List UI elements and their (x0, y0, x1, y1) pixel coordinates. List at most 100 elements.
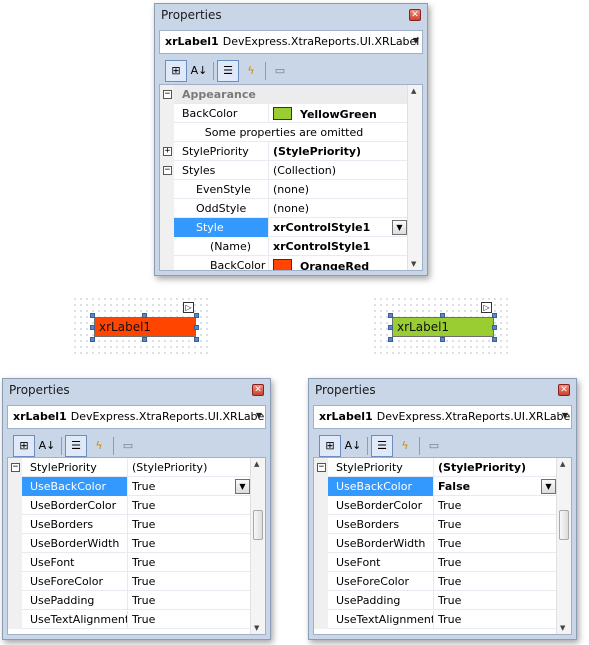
object-selector[interactable]: xrLabel1 DevExpress.XtraReports.UI.XRLabe… (7, 405, 266, 429)
property-value[interactable]: (StylePriority) (127, 458, 252, 477)
property-value[interactable]: xrControlStyle1 ▼ (268, 218, 409, 237)
report-label-right[interactable]: xrLabel1 (392, 317, 494, 337)
property-value[interactable]: True (433, 496, 558, 515)
property-row-useforecolor[interactable]: UseForeColor True (314, 572, 558, 591)
property-value[interactable]: YellowGreen (268, 104, 409, 123)
property-row-usefont[interactable]: UseFont True (314, 553, 558, 572)
property-value[interactable]: True (433, 515, 558, 534)
property-row-style[interactable]: −StylexrControlStyle1▼ (160, 218, 409, 237)
property-value[interactable]: True (433, 610, 558, 629)
vertical-scrollbar[interactable]: ▲ ▼ (250, 458, 265, 634)
scrollbar-thumb[interactable] (253, 510, 263, 540)
property-row-stylepriority[interactable]: + StylePriority (StylePriority) (160, 142, 409, 161)
property-value[interactable]: True (433, 572, 558, 591)
scroll-down-icon[interactable]: ▼ (560, 624, 565, 632)
collapse-icon[interactable]: − (163, 166, 172, 175)
property-value[interactable]: True (127, 496, 252, 515)
resize-handle[interactable] (388, 325, 393, 330)
chevron-down-icon[interactable]: ▼ (562, 411, 568, 420)
property-value[interactable]: True (127, 610, 252, 629)
property-value[interactable]: True (433, 591, 558, 610)
object-selector[interactable]: xrLabel1 DevExpress.XtraReports.UI.XRLabe… (159, 30, 423, 54)
dropdown-arrow-icon[interactable]: ▼ (541, 479, 556, 494)
property-row-usebordercolor[interactable]: UseBorderColor True (8, 496, 252, 515)
property-row-usebackcolor[interactable]: UseBackColor False ▼ (314, 477, 558, 496)
resize-handle[interactable] (90, 325, 95, 330)
property-row-usebordercolor[interactable]: UseBorderColor True (314, 496, 558, 515)
alphabetical-icon[interactable]: A↓ (36, 435, 58, 457)
property-value[interactable]: (StylePriority) (433, 458, 558, 477)
property-value[interactable]: (none) (268, 180, 409, 199)
collapse-icon[interactable]: − (11, 463, 20, 472)
property-value[interactable]: True (127, 572, 252, 591)
property-row-useforecolor[interactable]: UseForeColor True (8, 572, 252, 591)
property-value[interactable]: OrangeRed (268, 256, 409, 270)
property-row-backcolor[interactable]: BackColor OrangeRed (160, 256, 409, 270)
events-icon[interactable]: ϟ (394, 435, 416, 457)
categorized-icon[interactable]: ⊞ (319, 435, 341, 457)
alphabetical-icon[interactable]: A↓ (342, 435, 364, 457)
property-row-useborders[interactable]: UseBorders True (8, 515, 252, 534)
resize-handle[interactable] (388, 337, 393, 342)
close-icon[interactable]: ✕ (409, 9, 421, 21)
property-value[interactable]: xrControlStyle1 (268, 237, 409, 256)
property-row-usepadding[interactable]: UsePadding True (314, 591, 558, 610)
property-row-styles[interactable]: − Styles (Collection) (160, 161, 409, 180)
close-icon[interactable]: ✕ (558, 384, 570, 396)
vertical-scrollbar[interactable]: ▲ ▼ (407, 85, 422, 270)
categorized-icon[interactable]: ⊞ (165, 60, 187, 82)
collapse-icon[interactable]: − (317, 463, 326, 472)
property-row-useborders[interactable]: UseBorders True (314, 515, 558, 534)
events-icon[interactable]: ϟ (88, 435, 110, 457)
property-value[interactable]: True (433, 553, 558, 572)
resize-handle[interactable] (142, 313, 147, 318)
property-value[interactable]: True (127, 553, 252, 572)
scroll-up-icon[interactable]: ▲ (411, 87, 416, 95)
property-value[interactable]: (Collection) (268, 161, 409, 180)
resize-handle[interactable] (492, 325, 497, 330)
property-value[interactable]: False ▼ (433, 477, 558, 496)
close-icon[interactable]: ✕ (252, 384, 264, 396)
resize-handle[interactable] (492, 337, 497, 342)
property-row-usetextalignment[interactable]: UseTextAlignment True (8, 610, 252, 629)
property-row-appearance[interactable]: − Appearance (160, 85, 409, 104)
property-row-usetextalignment[interactable]: UseTextAlignment True (314, 610, 558, 629)
scroll-down-icon[interactable]: ▼ (411, 260, 416, 268)
property-value[interactable]: True ▼ (127, 477, 252, 496)
resize-handle[interactable] (492, 313, 497, 318)
resize-handle[interactable] (194, 325, 199, 330)
property-value[interactable]: True (127, 534, 252, 553)
properties-icon[interactable]: ☰ (217, 60, 239, 82)
collapse-icon[interactable]: − (163, 90, 172, 99)
property-row-name[interactable]: (Name) xrControlStyle1 (160, 237, 409, 256)
dropdown-arrow-icon[interactable]: ▼ (392, 220, 407, 235)
resize-handle[interactable] (90, 313, 95, 318)
object-selector[interactable]: xrLabel1 DevExpress.XtraReports.UI.XRLabe… (313, 405, 572, 429)
resize-handle[interactable] (440, 337, 445, 342)
property-row-stylepriority[interactable]: − StylePriority (StylePriority) (8, 458, 252, 477)
property-value[interactable]: True (127, 591, 252, 610)
property-value[interactable]: (none) (268, 199, 409, 218)
property-row-useborderwidth[interactable]: UseBorderWidth True (314, 534, 558, 553)
events-icon[interactable]: ϟ (240, 60, 262, 82)
properties-icon[interactable]: ☰ (65, 435, 87, 457)
resize-handle[interactable] (142, 337, 147, 342)
property-row-usepadding[interactable]: UsePadding True (8, 591, 252, 610)
property-pages-icon[interactable]: ▭ (117, 435, 139, 457)
chevron-down-icon[interactable]: ▼ (256, 411, 262, 420)
scroll-down-icon[interactable]: ▼ (254, 624, 259, 632)
smart-tag-icon[interactable]: ▷ (183, 302, 194, 313)
categorized-icon[interactable]: ⊞ (13, 435, 35, 457)
property-value[interactable]: True (127, 515, 252, 534)
property-row-stylepriority[interactable]: − StylePriority (StylePriority) (314, 458, 558, 477)
property-value[interactable]: (StylePriority) (268, 142, 409, 161)
property-row-backcolor[interactable]: BackColor YellowGreen (160, 104, 409, 123)
omitted-note-row[interactable]: Some properties are omitted (160, 123, 409, 142)
scroll-up-icon[interactable]: ▲ (560, 460, 565, 468)
resize-handle[interactable] (388, 313, 393, 318)
property-pages-icon[interactable]: ▭ (269, 60, 291, 82)
alphabetical-icon[interactable]: A↓ (188, 60, 210, 82)
resize-handle[interactable] (90, 337, 95, 342)
resize-handle[interactable] (194, 313, 199, 318)
property-row-usebackcolor[interactable]: UseBackColor True ▼ (8, 477, 252, 496)
